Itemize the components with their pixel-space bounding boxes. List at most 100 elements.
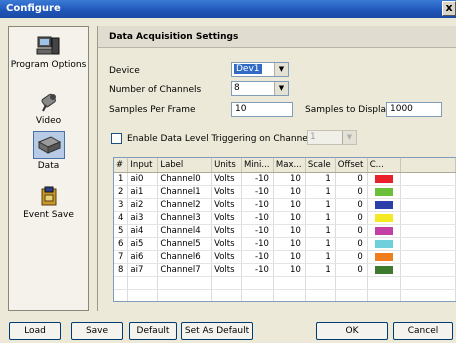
- cell-max[interactable]: 10: [273, 224, 306, 238]
- table-row[interactable]: 1 ai0 Channel0 Volts -10 10 1 0: [114, 172, 456, 186]
- cell-units[interactable]: Volts: [211, 237, 242, 251]
- table-row[interactable]: 7 ai6 Channel6 Volts -10 10 1 0: [114, 250, 456, 264]
- chevron-down-icon[interactable]: ▼: [342, 131, 356, 144]
- cell-min[interactable]: -10: [241, 250, 274, 264]
- cell-min[interactable]: -10: [241, 185, 274, 199]
- cell-scale[interactable]: 1: [305, 224, 336, 238]
- cell-min[interactable]: -10: [241, 263, 274, 277]
- cell-label[interactable]: Channel1: [157, 185, 213, 199]
- sidebar-item-event-save[interactable]: Event Save: [9, 185, 88, 220]
- cell-max[interactable]: 10: [273, 250, 306, 264]
- column-header[interactable]: Max...: [273, 158, 306, 173]
- cell-offset[interactable]: 0: [335, 250, 368, 264]
- color-swatch[interactable]: [375, 239, 394, 248]
- load-button[interactable]: Load: [9, 322, 61, 340]
- cell-max[interactable]: 10: [273, 172, 306, 186]
- column-header[interactable]: Units: [211, 158, 242, 173]
- cell-color[interactable]: [367, 224, 402, 238]
- column-header[interactable]: Mini...: [241, 158, 274, 173]
- table-row[interactable]: 6 ai5 Channel5 Volts -10 10 1 0: [114, 237, 456, 251]
- table-row[interactable]: 8 ai7 Channel7 Volts -10 10 1 0: [114, 263, 456, 277]
- cell-units[interactable]: Volts: [211, 263, 242, 277]
- cell-input[interactable]: ai0: [127, 172, 159, 186]
- cell-input[interactable]: ai6: [127, 250, 159, 264]
- cell-scale[interactable]: 1: [305, 198, 336, 212]
- cell-scale[interactable]: 1: [305, 211, 336, 225]
- column-header[interactable]: Input: [127, 158, 159, 173]
- color-swatch[interactable]: [375, 200, 394, 209]
- color-swatch[interactable]: [375, 265, 394, 274]
- cell-offset[interactable]: 0: [335, 237, 368, 251]
- table-row[interactable]: 3 ai2 Channel2 Volts -10 10 1 0: [114, 198, 456, 212]
- device-select[interactable]: Dev1 ▼: [231, 62, 289, 77]
- cell-scale[interactable]: 1: [305, 185, 336, 199]
- cell-label[interactable]: Channel3: [157, 211, 213, 225]
- cell-n[interactable]: 7: [114, 250, 129, 264]
- cell-input[interactable]: ai1: [127, 185, 159, 199]
- cell-units[interactable]: Volts: [211, 172, 242, 186]
- set-as-default-button[interactable]: Set As Default: [181, 322, 253, 340]
- cell-color[interactable]: [367, 211, 402, 225]
- cell-scale[interactable]: 1: [305, 250, 336, 264]
- cell-min[interactable]: -10: [241, 211, 274, 225]
- cell-n[interactable]: 4: [114, 211, 129, 225]
- cell-min[interactable]: -10: [241, 172, 274, 186]
- cell-n[interactable]: 6: [114, 237, 129, 251]
- sidebar-item-program-options[interactable]: Program Options: [9, 35, 88, 70]
- cell-units[interactable]: Volts: [211, 224, 242, 238]
- cell-input[interactable]: ai2: [127, 198, 159, 212]
- color-swatch[interactable]: [375, 174, 394, 183]
- cell-label[interactable]: Channel0: [157, 172, 213, 186]
- cell-color[interactable]: [367, 172, 402, 186]
- save-button[interactable]: Save: [71, 322, 123, 340]
- color-swatch[interactable]: [375, 252, 394, 261]
- cell-input[interactable]: ai4: [127, 224, 159, 238]
- column-header[interactable]: #: [114, 158, 129, 173]
- color-swatch[interactable]: [375, 187, 394, 196]
- cell-n[interactable]: 1: [114, 172, 129, 186]
- cell-color[interactable]: [367, 237, 402, 251]
- cell-color[interactable]: [367, 263, 402, 277]
- cell-min[interactable]: -10: [241, 198, 274, 212]
- cell-color[interactable]: [367, 185, 402, 199]
- cell-label[interactable]: Channel6: [157, 250, 213, 264]
- cell-color[interactable]: [367, 198, 402, 212]
- table-row[interactable]: 5 ai4 Channel4 Volts -10 10 1 0: [114, 224, 456, 238]
- ok-button[interactable]: OK: [316, 322, 388, 340]
- trigger-checkbox[interactable]: [111, 133, 122, 144]
- cell-label[interactable]: Channel7: [157, 263, 213, 277]
- cell-n[interactable]: 8: [114, 263, 129, 277]
- cell-input[interactable]: ai5: [127, 237, 159, 251]
- trigger-channel-select[interactable]: 1 ▼: [307, 130, 357, 145]
- cell-offset[interactable]: 0: [335, 224, 368, 238]
- cell-min[interactable]: -10: [241, 224, 274, 238]
- cell-max[interactable]: 10: [273, 185, 306, 199]
- cell-n[interactable]: 3: [114, 198, 129, 212]
- cell-label[interactable]: Channel5: [157, 237, 213, 251]
- color-swatch[interactable]: [375, 226, 394, 235]
- sidebar-item-video[interactable]: Video: [9, 91, 88, 126]
- cell-scale[interactable]: 1: [305, 263, 336, 277]
- chevron-down-icon[interactable]: ▼: [274, 82, 288, 95]
- color-swatch[interactable]: [375, 213, 394, 222]
- column-header[interactable]: C...: [367, 158, 402, 173]
- samples-per-frame-input[interactable]: 10: [231, 102, 293, 117]
- chevron-down-icon[interactable]: ▼: [274, 63, 288, 76]
- cell-units[interactable]: Volts: [211, 250, 242, 264]
- cell-max[interactable]: 10: [273, 237, 306, 251]
- samples-to-display-input[interactable]: 1000: [386, 102, 442, 117]
- cell-n[interactable]: 2: [114, 185, 129, 199]
- close-button[interactable]: x: [442, 1, 456, 16]
- cell-offset[interactable]: 0: [335, 211, 368, 225]
- table-row[interactable]: 4 ai3 Channel3 Volts -10 10 1 0: [114, 211, 456, 225]
- table-row[interactable]: 2 ai1 Channel1 Volts -10 10 1 0: [114, 185, 456, 199]
- cell-scale[interactable]: 1: [305, 172, 336, 186]
- cell-offset[interactable]: 0: [335, 198, 368, 212]
- column-header[interactable]: Scale: [305, 158, 336, 173]
- column-header[interactable]: Offset: [335, 158, 368, 173]
- sidebar-item-data[interactable]: Data: [9, 131, 88, 171]
- cancel-button[interactable]: Cancel: [393, 322, 453, 340]
- cell-offset[interactable]: 0: [335, 172, 368, 186]
- cell-label[interactable]: Channel4: [157, 224, 213, 238]
- cell-units[interactable]: Volts: [211, 198, 242, 212]
